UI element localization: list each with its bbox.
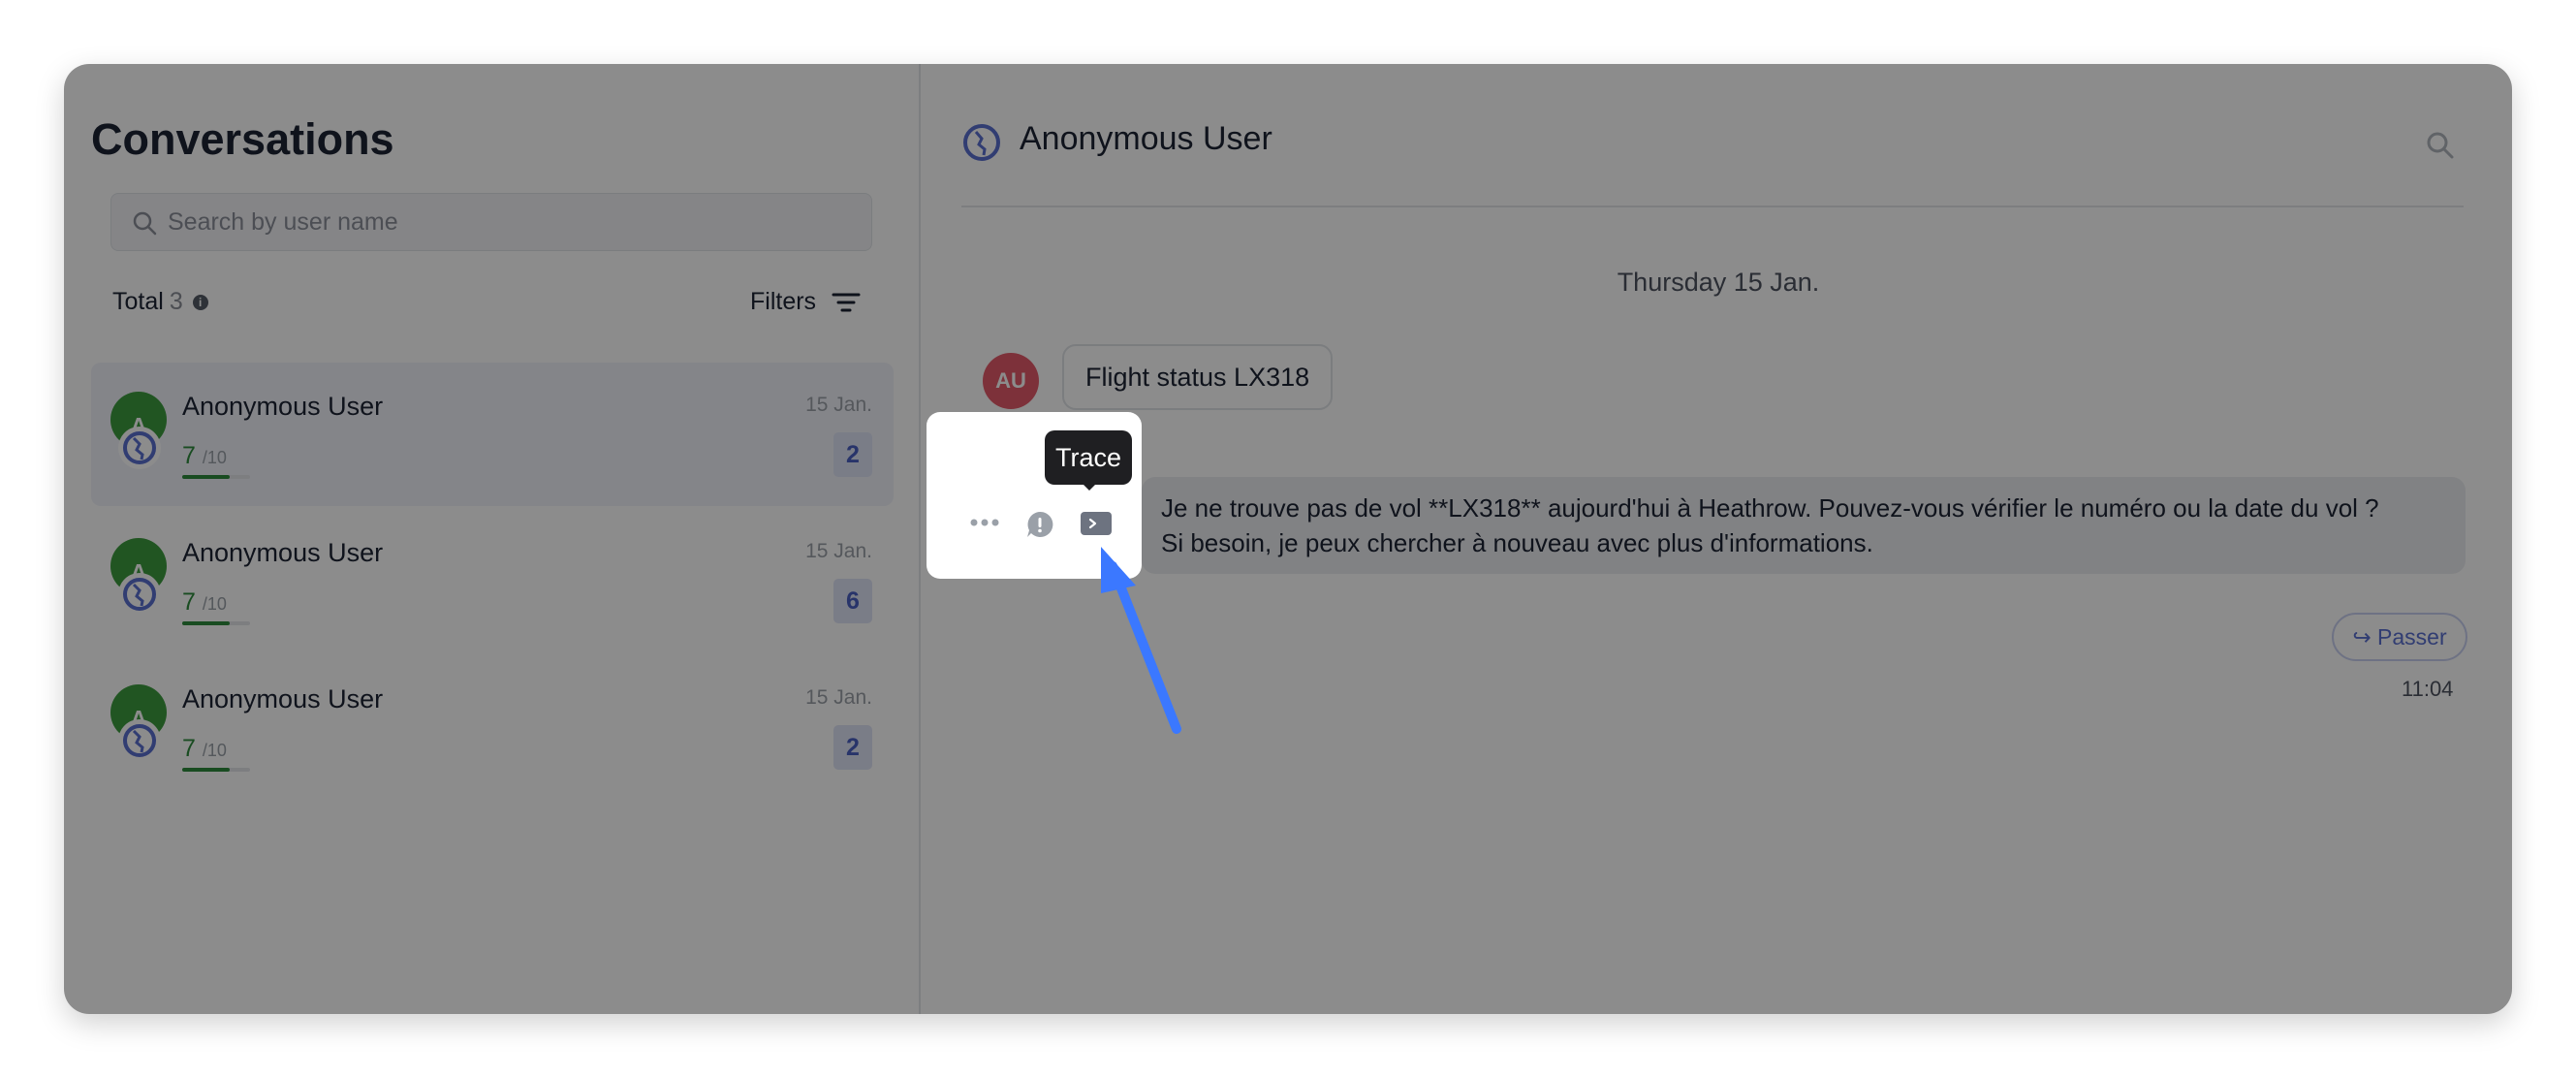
arrow-pointer-icon: [1101, 547, 1181, 734]
tooltip: Trace: [1045, 430, 1132, 485]
report-icon[interactable]: [1025, 510, 1054, 539]
modal-overlay: [64, 64, 2512, 1014]
tooltip-tail: [1082, 483, 1097, 491]
more-icon[interactable]: [969, 516, 1000, 529]
trace-icon[interactable]: [1080, 511, 1113, 536]
